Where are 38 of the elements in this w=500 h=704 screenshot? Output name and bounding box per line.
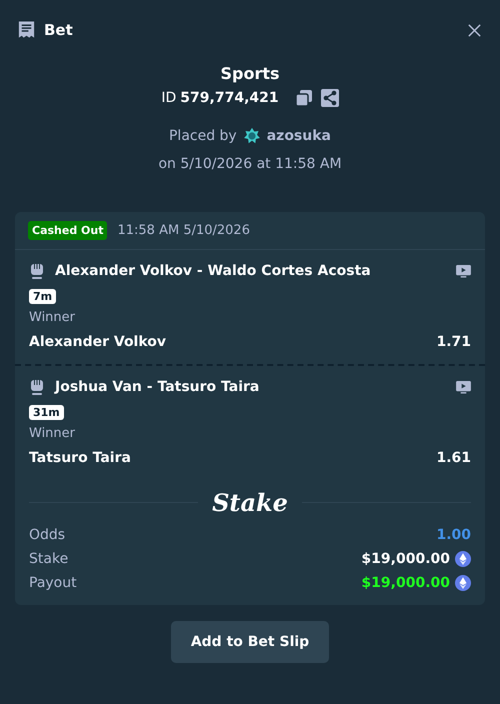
- star-badge-icon: [242, 127, 261, 145]
- add-to-bet-slip-button[interactable]: Add to Bet Slip: [170, 621, 330, 663]
- modal-title: Bet: [44, 21, 74, 39]
- brand-logo: Stake: [212, 488, 288, 517]
- summary-value: $19,000.00: [361, 575, 450, 591]
- summary-label: Payout: [29, 575, 77, 591]
- placed-date: on 5/10/2026 at 11:58 AM: [158, 156, 342, 172]
- status-badge: Cashed Out: [28, 221, 108, 240]
- ethereum-icon: [455, 551, 471, 567]
- event-name[interactable]: Joshua Van - Tatsuro Taira: [55, 379, 446, 395]
- summary-label: Odds: [29, 527, 66, 543]
- placed-by-label: Placed by: [168, 128, 237, 144]
- summary-label: Stake: [29, 551, 68, 567]
- ethereum-icon: [455, 575, 471, 591]
- close-icon[interactable]: [467, 22, 482, 38]
- selection-odds: 1.61: [436, 450, 471, 466]
- bet-time: 11:58 AM 5/10/2026: [117, 223, 250, 238]
- selection-odds: 1.71: [436, 334, 471, 350]
- live-stream-icon[interactable]: [456, 264, 471, 278]
- id-label: ID: [161, 90, 176, 106]
- time-badge: 31m: [29, 405, 64, 420]
- bet-id: 579,774,421: [180, 90, 279, 106]
- bet-type: Sports: [220, 64, 280, 83]
- market-name: Winner: [29, 426, 76, 441]
- receipt-icon: [17, 20, 36, 40]
- copy-icon[interactable]: [294, 89, 313, 107]
- summary-value: 1.00: [436, 527, 471, 543]
- market-name: Winner: [29, 310, 76, 325]
- share-icon[interactable]: [320, 89, 339, 107]
- live-stream-icon[interactable]: [456, 380, 471, 394]
- selection-name: Alexander Volkov: [29, 334, 166, 350]
- selection-name: Tatsuro Taira: [29, 450, 131, 466]
- username[interactable]: azosuka: [266, 128, 331, 144]
- event-name[interactable]: Alexander Volkov - Waldo Cortes Acosta: [55, 263, 446, 279]
- time-badge: 7m: [29, 289, 56, 304]
- fist-icon: [29, 262, 45, 280]
- fist-icon: [29, 378, 45, 396]
- summary-value: $19,000.00: [361, 551, 450, 567]
